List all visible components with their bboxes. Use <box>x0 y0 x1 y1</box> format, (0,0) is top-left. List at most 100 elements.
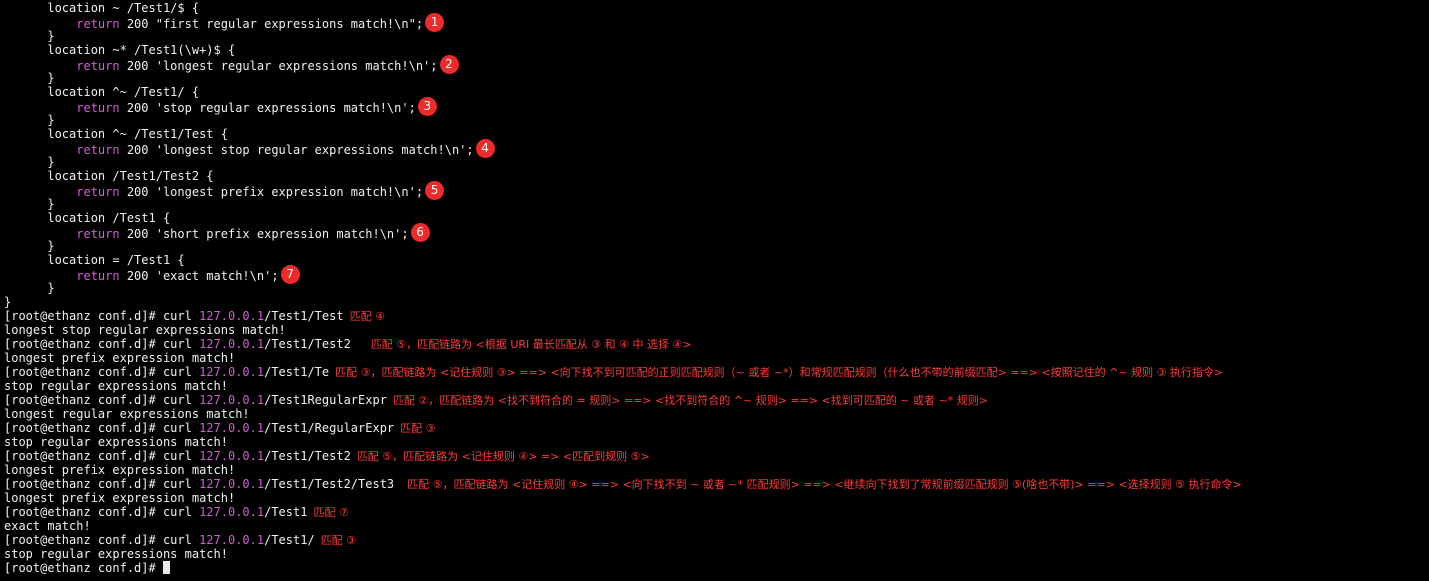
shell-prompt: [root@ethanz conf.d]# <box>4 393 163 407</box>
config-line: return 200 'short prefix expression matc… <box>4 223 430 242</box>
return-keyword: return <box>76 269 120 283</box>
config-line: } <box>4 239 55 253</box>
output-text: longest stop regular expressions match! <box>4 323 286 337</box>
ip-address: 127.0.0.1 <box>199 309 265 323</box>
output-text: stop regular expressions match! <box>4 435 228 449</box>
command-output: longest prefix expression match! <box>4 463 235 477</box>
config-text: 200 'longest regular expressions match!\… <box>119 59 438 73</box>
match-annotation: 匹配 ⑤，匹配链路为 <记住规则 ④> ==> <向下找不到 ~ 或者 ~* 匹… <box>400 478 1242 491</box>
output-text: stop regular expressions match! <box>4 379 228 393</box>
command-output: longest prefix expression match! <box>4 351 235 365</box>
shell-prompt: [root@ethanz conf.d]# <box>4 365 163 379</box>
config-text: } <box>4 71 55 85</box>
match-annotation: 匹配 ③，匹配链路为 <记住规则 ③> ==> <向下找不到可匹配的正则匹配规则… <box>335 366 1224 379</box>
config-line: } <box>4 29 54 43</box>
shell-prompt: [root@ethanz conf.d]# <box>4 533 163 547</box>
config-line: return 200 'longest prefix expression ma… <box>4 181 445 200</box>
command-line: [root@ethanz conf.d]# curl 127.0.0.1/Tes… <box>4 505 349 519</box>
command-line: [root@ethanz conf.d]# curl 127.0.0.1/Tes… <box>4 393 988 407</box>
shell-prompt: [root@ethanz conf.d]# <box>4 421 163 435</box>
url-path: /Test1/Test2/Test3 <box>264 477 395 491</box>
return-keyword: return <box>76 17 120 31</box>
config-line: } <box>4 71 55 85</box>
command-output: stop regular expressions match! <box>4 379 228 393</box>
config-text: location ^~ /Test1/Test { <box>4 127 228 141</box>
shell-prompt: [root@ethanz conf.d]# <box>4 561 163 575</box>
command-line: [root@ethanz conf.d]# curl 127.0.0.1/Tes… <box>4 365 1223 379</box>
output-text: longest prefix expression match! <box>4 491 236 505</box>
config-line: } <box>4 197 54 211</box>
rule-number-badge: 5 <box>425 181 445 200</box>
config-text: } <box>4 239 55 253</box>
command-output: stop regular expressions match! <box>4 547 228 561</box>
rule-number-badge: 4 <box>475 139 495 158</box>
ip-address: 127.0.0.1 <box>199 505 265 519</box>
match-annotation: 匹配 ⑤，匹配链路为 <根据 URI 最长匹配从 ③ 和 ④ 中 选择 ④> <box>356 338 692 351</box>
ip-address: 127.0.0.1 <box>199 337 265 351</box>
rule-number-badge: 2 <box>439 55 459 74</box>
rule-number-badge: 7 <box>280 265 300 284</box>
shell-prompt: [root@ethanz conf.d]# <box>4 449 163 463</box>
command-line: [root@ethanz conf.d]# curl 127.0.0.1/Tes… <box>4 337 692 351</box>
config-text: } <box>4 155 55 169</box>
config-line: } <box>4 155 55 169</box>
command-line: [root@ethanz conf.d]# curl 127.0.0.1/Tes… <box>4 421 436 435</box>
return-keyword: return <box>76 143 120 157</box>
url-path: /Test1/Test2 <box>264 337 351 351</box>
config-text: location /Test1/Test2 { <box>4 169 214 183</box>
command-line: [root@ethanz conf.d]# <box>4 561 170 575</box>
url-path: /Test1/Test <box>264 309 344 323</box>
command-text: curl <box>162 505 200 519</box>
config-text: 200 'longest prefix expression match!\n'… <box>119 185 424 199</box>
rule-number-badge: 1 <box>425 13 445 32</box>
shell-prompt: [root@ethanz conf.d]# <box>4 477 163 491</box>
output-text: exact match! <box>4 519 91 533</box>
config-line: } <box>4 113 54 127</box>
config-line: location ^~ /Test1/ { <box>4 85 199 99</box>
url-path: /Test1/ <box>264 533 315 547</box>
config-line: location /Test1/Test2 { <box>4 169 214 183</box>
return-keyword: return <box>76 101 120 115</box>
url-path: /Test1/Test2 <box>264 449 351 463</box>
url-path: /Test1/RegularExpr <box>264 421 395 435</box>
config-text: location = /Test1 { <box>4 253 185 267</box>
config-text: 200 'longest stop regular expressions ma… <box>119 143 474 157</box>
match-annotation: 匹配 ③ <box>400 422 436 435</box>
match-annotation: 匹配 ②，匹配链路为 <找不到符合的 = 规则> ==> <找不到符合的 ^~ … <box>392 394 988 407</box>
command-text: curl <box>162 309 200 323</box>
config-text: 200 'short prefix expression match!\n'; <box>119 227 409 241</box>
url-path: /Test1 <box>264 505 308 519</box>
command-text: curl <box>162 477 200 491</box>
config-text: 200 'stop regular expressions match!\n'; <box>119 101 416 115</box>
ip-address: 127.0.0.1 <box>199 449 265 463</box>
text-cursor <box>162 561 170 574</box>
command-text: curl <box>162 533 200 547</box>
command-output: longest prefix expression match! <box>4 491 235 505</box>
match-annotation: 匹配 ⑦ <box>313 506 349 519</box>
terminal-window[interactable]: location ~ /Test1/$ { return 200 "first … <box>0 0 1429 581</box>
config-line: return 200 'stop regular expressions mat… <box>4 97 437 116</box>
shell-prompt: [root@ethanz conf.d]# <box>4 309 163 323</box>
config-line: return 200 'longest regular expressions … <box>4 55 459 74</box>
shell-prompt: [root@ethanz conf.d]# <box>4 505 163 519</box>
url-path: /Test1RegularExpr <box>264 393 387 407</box>
config-line: } <box>4 295 11 309</box>
config-text: 200 'exact match!\n'; <box>119 269 279 283</box>
output-text: longest prefix expression match! <box>4 463 236 477</box>
config-line: return 200 "first regular expressions ma… <box>4 13 445 32</box>
config-line: } <box>4 281 54 295</box>
match-annotation: 匹配 ⑤，匹配链路为 <记住规则 ④> => <匹配到规则 ⑤> <box>356 450 650 463</box>
config-text: location /Test1 { <box>4 211 171 225</box>
config-text: } <box>4 295 12 309</box>
url-path: /Test1/Te <box>264 365 330 379</box>
command-text: curl <box>162 365 200 379</box>
command-text: curl <box>162 393 200 407</box>
output-text: longest prefix expression match! <box>4 351 236 365</box>
command-text: curl <box>162 337 200 351</box>
command-line: [root@ethanz conf.d]# curl 127.0.0.1/Tes… <box>4 309 385 323</box>
config-text: location ^~ /Test1/ { <box>4 85 200 99</box>
command-text: curl <box>162 449 200 463</box>
ip-address: 127.0.0.1 <box>199 365 265 379</box>
config-line: return 200 'longest stop regular express… <box>4 139 495 158</box>
return-keyword: return <box>76 227 120 241</box>
